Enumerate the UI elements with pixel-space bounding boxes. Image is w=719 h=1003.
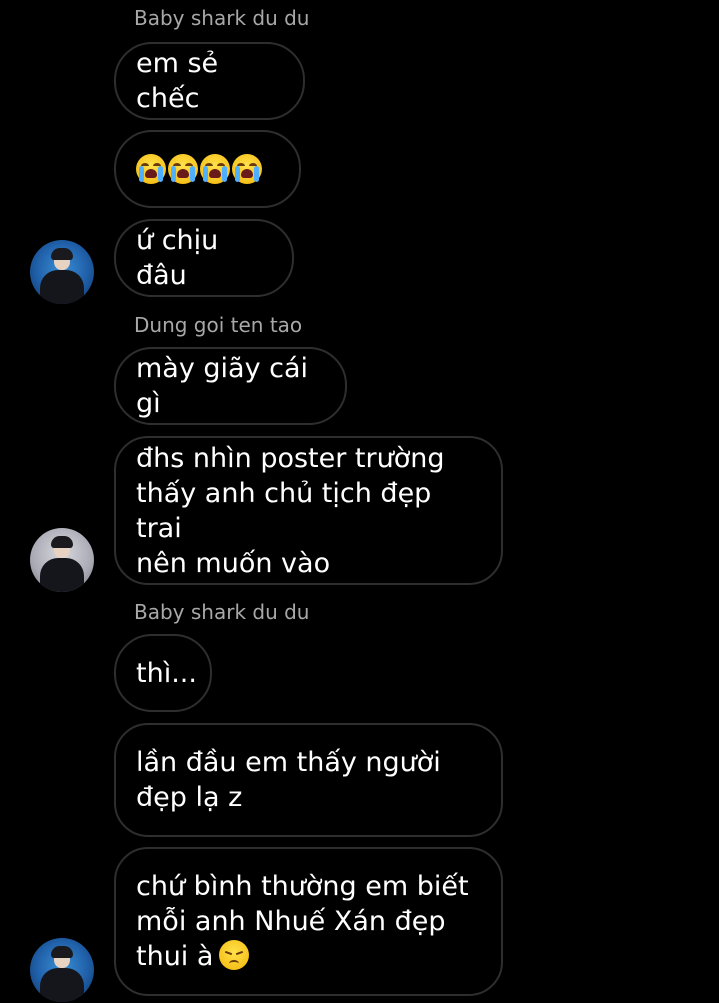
message-bubble[interactable]: thì...	[114, 634, 212, 712]
sender-name: Baby shark du du	[134, 6, 310, 30]
message-bubble[interactable]: đhs nhìn poster trường thấy anh chủ tịch…	[114, 436, 503, 585]
emoji-row	[136, 154, 262, 184]
message-bubble[interactable]: em sẻ chếc	[114, 42, 305, 120]
loudly-crying-face-icon	[200, 154, 230, 184]
message-text: mày giãy cái gì	[136, 353, 309, 419]
disappointed-face-icon	[219, 940, 250, 970]
sender-name: Dung goi ten tao	[134, 313, 303, 337]
loudly-crying-face-icon	[136, 154, 166, 184]
message-bubble[interactable]: lần đầu em thấy người đẹp lạ z	[114, 723, 503, 837]
loudly-crying-face-icon	[232, 154, 262, 184]
sender-name: Baby shark du du	[134, 600, 310, 624]
loudly-crying-face-icon	[168, 154, 198, 184]
avatar[interactable]	[30, 240, 94, 304]
message-text: đhs nhìn poster trường thấy anh chủ tịch…	[136, 442, 445, 579]
message-text-content: chứ bình thường em biết mỗi anh Nhuế Xán…	[136, 871, 469, 972]
message-bubble[interactable]: ứ chịu đâu	[114, 219, 294, 297]
message-text: ứ chịu đâu	[136, 225, 219, 291]
message-text: lần đầu em thấy người đẹp lạ z	[136, 747, 441, 813]
avatar[interactable]	[30, 528, 94, 592]
avatar[interactable]	[30, 938, 94, 1002]
message-text: chứ bình thường em biết mỗi anh Nhuế Xán…	[136, 869, 469, 974]
message-bubble[interactable]: chứ bình thường em biết mỗi anh Nhuế Xán…	[114, 847, 503, 996]
message-bubble[interactable]: mày giãy cái gì	[114, 347, 347, 425]
message-bubble[interactable]	[114, 130, 301, 208]
message-text: thì...	[136, 657, 197, 689]
message-text: em sẻ chếc	[136, 48, 219, 114]
